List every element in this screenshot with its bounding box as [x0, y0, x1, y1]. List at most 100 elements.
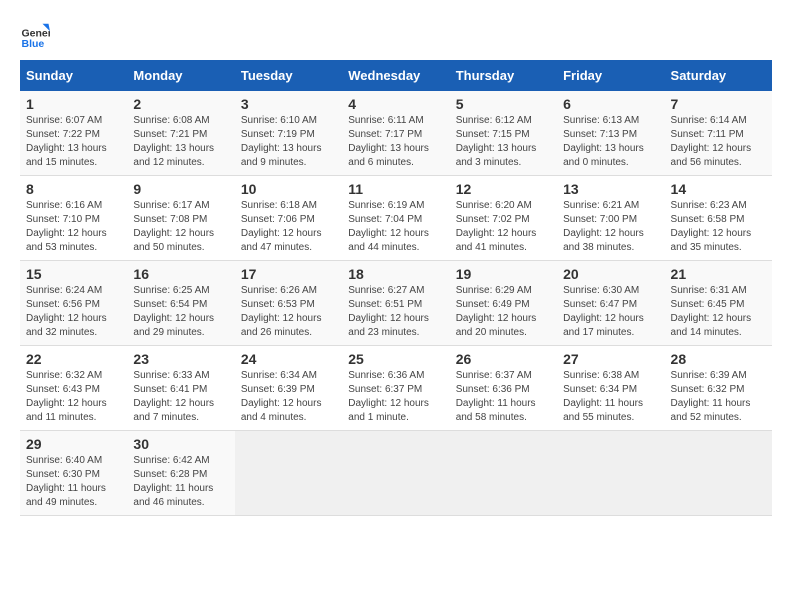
day-info: Sunrise: 6:29 AM Sunset: 6:49 PM Dayligh… — [456, 284, 551, 340]
day-info: Sunrise: 6:21 AM Sunset: 7:00 PM Dayligh… — [563, 199, 658, 255]
day-number: 6 — [563, 96, 658, 112]
daylight-label: Daylight: 12 hours and 14 minutes. — [671, 313, 752, 338]
day-number: 7 — [671, 96, 766, 112]
daylight-label: Daylight: 12 hours and 7 minutes. — [133, 398, 214, 423]
day-number: 29 — [26, 436, 121, 452]
daylight-label: Daylight: 12 hours and 29 minutes. — [133, 313, 214, 338]
sunrise-label: Sunrise: 6:39 AM — [671, 370, 747, 381]
day-number: 3 — [241, 96, 336, 112]
daylight-label: Daylight: 12 hours and 20 minutes. — [456, 313, 537, 338]
calendar-cell: 16 Sunrise: 6:25 AM Sunset: 6:54 PM Dayl… — [127, 261, 234, 346]
day-info: Sunrise: 6:16 AM Sunset: 7:10 PM Dayligh… — [26, 199, 121, 255]
day-info: Sunrise: 6:25 AM Sunset: 6:54 PM Dayligh… — [133, 284, 228, 340]
sunset-label: Sunset: 6:28 PM — [133, 469, 207, 480]
weekday-header-friday: Friday — [557, 60, 664, 91]
sunrise-label: Sunrise: 6:32 AM — [26, 370, 102, 381]
day-number: 28 — [671, 351, 766, 367]
day-info: Sunrise: 6:24 AM Sunset: 6:56 PM Dayligh… — [26, 284, 121, 340]
sunrise-label: Sunrise: 6:20 AM — [456, 200, 532, 211]
sunrise-label: Sunrise: 6:14 AM — [671, 115, 747, 126]
daylight-label: Daylight: 11 hours and 52 minutes. — [671, 398, 751, 423]
sunrise-label: Sunrise: 6:24 AM — [26, 285, 102, 296]
daylight-label: Daylight: 12 hours and 4 minutes. — [241, 398, 322, 423]
daylight-label: Daylight: 12 hours and 44 minutes. — [348, 228, 429, 253]
daylight-label: Daylight: 12 hours and 47 minutes. — [241, 228, 322, 253]
sunrise-label: Sunrise: 6:13 AM — [563, 115, 639, 126]
sunrise-label: Sunrise: 6:33 AM — [133, 370, 209, 381]
day-number: 4 — [348, 96, 443, 112]
calendar-cell: 1 Sunrise: 6:07 AM Sunset: 7:22 PM Dayli… — [20, 91, 127, 176]
day-info: Sunrise: 6:26 AM Sunset: 6:53 PM Dayligh… — [241, 284, 336, 340]
calendar-cell: 5 Sunrise: 6:12 AM Sunset: 7:15 PM Dayli… — [450, 91, 557, 176]
daylight-label: Daylight: 13 hours and 3 minutes. — [456, 143, 537, 168]
day-number: 5 — [456, 96, 551, 112]
day-info: Sunrise: 6:23 AM Sunset: 6:58 PM Dayligh… — [671, 199, 766, 255]
day-info: Sunrise: 6:10 AM Sunset: 7:19 PM Dayligh… — [241, 114, 336, 170]
logo-icon: General Blue — [20, 20, 50, 50]
calendar-cell: 20 Sunrise: 6:30 AM Sunset: 6:47 PM Dayl… — [557, 261, 664, 346]
sunset-label: Sunset: 7:06 PM — [241, 214, 315, 225]
day-number: 9 — [133, 181, 228, 197]
daylight-label: Daylight: 12 hours and 11 minutes. — [26, 398, 107, 423]
calendar-cell: 2 Sunrise: 6:08 AM Sunset: 7:21 PM Dayli… — [127, 91, 234, 176]
sunset-label: Sunset: 6:37 PM — [348, 384, 422, 395]
calendar-cell: 21 Sunrise: 6:31 AM Sunset: 6:45 PM Dayl… — [665, 261, 772, 346]
day-info: Sunrise: 6:11 AM Sunset: 7:17 PM Dayligh… — [348, 114, 443, 170]
day-number: 2 — [133, 96, 228, 112]
sunrise-label: Sunrise: 6:42 AM — [133, 455, 209, 466]
day-info: Sunrise: 6:34 AM Sunset: 6:39 PM Dayligh… — [241, 369, 336, 425]
daylight-label: Daylight: 13 hours and 15 minutes. — [26, 143, 107, 168]
daylight-label: Daylight: 13 hours and 12 minutes. — [133, 143, 214, 168]
calendar-cell — [665, 431, 772, 516]
day-info: Sunrise: 6:36 AM Sunset: 6:37 PM Dayligh… — [348, 369, 443, 425]
calendar-cell: 29 Sunrise: 6:40 AM Sunset: 6:30 PM Dayl… — [20, 431, 127, 516]
day-number: 16 — [133, 266, 228, 282]
week-row-3: 15 Sunrise: 6:24 AM Sunset: 6:56 PM Dayl… — [20, 261, 772, 346]
day-number: 19 — [456, 266, 551, 282]
day-number: 14 — [671, 181, 766, 197]
calendar-cell — [450, 431, 557, 516]
calendar-cell: 13 Sunrise: 6:21 AM Sunset: 7:00 PM Dayl… — [557, 176, 664, 261]
calendar-cell: 24 Sunrise: 6:34 AM Sunset: 6:39 PM Dayl… — [235, 346, 342, 431]
sunrise-label: Sunrise: 6:16 AM — [26, 200, 102, 211]
sunset-label: Sunset: 7:17 PM — [348, 129, 422, 140]
day-info: Sunrise: 6:27 AM Sunset: 6:51 PM Dayligh… — [348, 284, 443, 340]
day-info: Sunrise: 6:32 AM Sunset: 6:43 PM Dayligh… — [26, 369, 121, 425]
sunset-label: Sunset: 6:30 PM — [26, 469, 100, 480]
day-info: Sunrise: 6:07 AM Sunset: 7:22 PM Dayligh… — [26, 114, 121, 170]
calendar-cell — [342, 431, 449, 516]
calendar-cell — [557, 431, 664, 516]
sunset-label: Sunset: 6:45 PM — [671, 299, 745, 310]
calendar-cell: 4 Sunrise: 6:11 AM Sunset: 7:17 PM Dayli… — [342, 91, 449, 176]
sunset-label: Sunset: 6:39 PM — [241, 384, 315, 395]
day-info: Sunrise: 6:20 AM Sunset: 7:02 PM Dayligh… — [456, 199, 551, 255]
sunrise-label: Sunrise: 6:27 AM — [348, 285, 424, 296]
day-number: 24 — [241, 351, 336, 367]
day-info: Sunrise: 6:39 AM Sunset: 6:32 PM Dayligh… — [671, 369, 766, 425]
daylight-label: Daylight: 13 hours and 9 minutes. — [241, 143, 322, 168]
sunrise-label: Sunrise: 6:31 AM — [671, 285, 747, 296]
daylight-label: Daylight: 12 hours and 41 minutes. — [456, 228, 537, 253]
sunrise-label: Sunrise: 6:29 AM — [456, 285, 532, 296]
day-number: 15 — [26, 266, 121, 282]
sunrise-label: Sunrise: 6:37 AM — [456, 370, 532, 381]
daylight-label: Daylight: 11 hours and 58 minutes. — [456, 398, 536, 423]
day-number: 22 — [26, 351, 121, 367]
day-number: 11 — [348, 181, 443, 197]
week-row-1: 1 Sunrise: 6:07 AM Sunset: 7:22 PM Dayli… — [20, 91, 772, 176]
sunset-label: Sunset: 6:34 PM — [563, 384, 637, 395]
calendar-cell: 30 Sunrise: 6:42 AM Sunset: 6:28 PM Dayl… — [127, 431, 234, 516]
day-info: Sunrise: 6:17 AM Sunset: 7:08 PM Dayligh… — [133, 199, 228, 255]
day-number: 1 — [26, 96, 121, 112]
day-number: 8 — [26, 181, 121, 197]
logo: General Blue — [20, 20, 50, 50]
weekday-header-wednesday: Wednesday — [342, 60, 449, 91]
sunset-label: Sunset: 6:41 PM — [133, 384, 207, 395]
daylight-label: Daylight: 12 hours and 32 minutes. — [26, 313, 107, 338]
calendar-cell: 6 Sunrise: 6:13 AM Sunset: 7:13 PM Dayli… — [557, 91, 664, 176]
daylight-label: Daylight: 12 hours and 50 minutes. — [133, 228, 214, 253]
day-number: 18 — [348, 266, 443, 282]
sunset-label: Sunset: 7:00 PM — [563, 214, 637, 225]
sunset-label: Sunset: 7:13 PM — [563, 129, 637, 140]
week-row-4: 22 Sunrise: 6:32 AM Sunset: 6:43 PM Dayl… — [20, 346, 772, 431]
